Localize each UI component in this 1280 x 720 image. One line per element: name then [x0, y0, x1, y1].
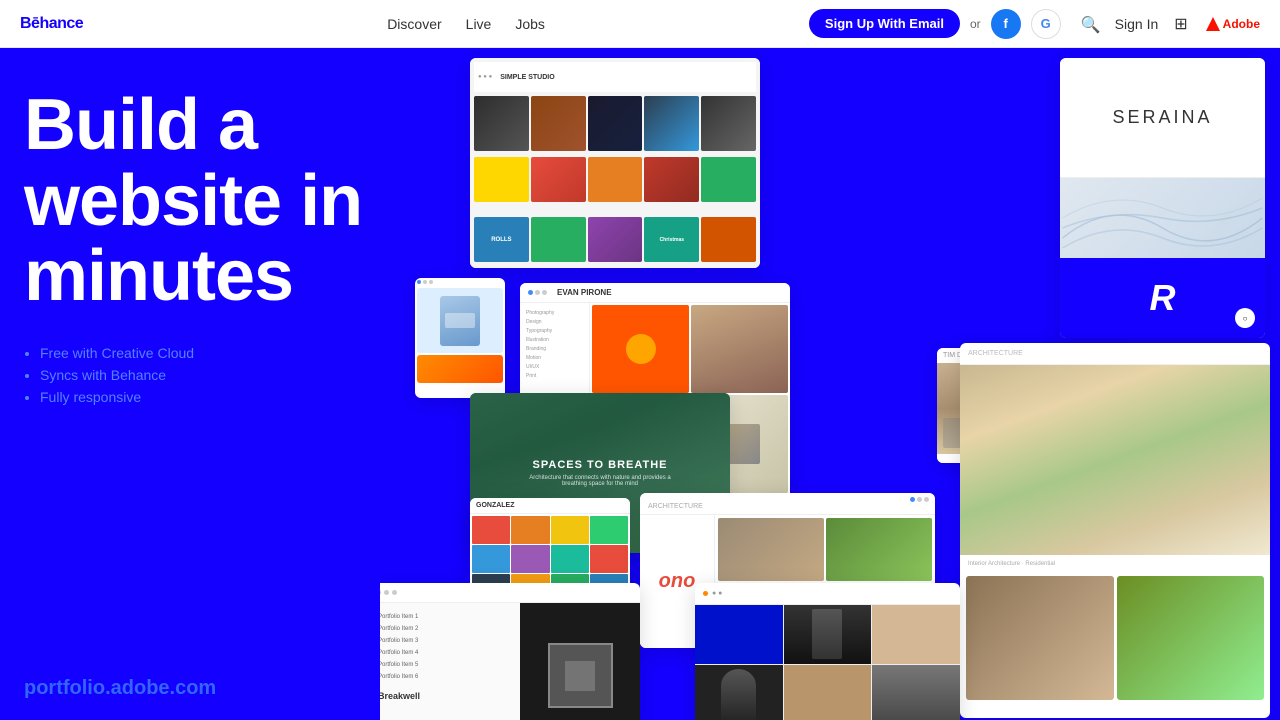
portfolio-cards-area: ● ● ● SIMPLE STUDIO	[380, 48, 1280, 720]
adobe-icon	[1206, 17, 1220, 31]
hero-title: Build a website in minutes	[24, 88, 424, 315]
spaces-subtitle: Architecture that connects with nature a…	[525, 475, 675, 487]
gonzalez-header: GONZALEZ	[470, 498, 630, 514]
evan-header: EVAN PIRONE	[520, 283, 790, 303]
spaces-title: SPACES TO BREATHE	[533, 459, 668, 471]
evan-sidebar-text: PhotographyDesignTypographyIllustrationB…	[526, 309, 583, 381]
fashion-photography-card[interactable]: ● ●	[695, 583, 960, 720]
fashion-grid	[695, 605, 960, 720]
dark-artwork-preview	[520, 603, 640, 720]
evan-name: EVAN PIRONE	[557, 288, 612, 297]
signin-link[interactable]: Sign In	[1115, 16, 1159, 32]
nav-discover[interactable]: Discover	[387, 16, 441, 32]
portfolio-url[interactable]: portfolio.adobe.com	[24, 677, 216, 700]
arch-main-image	[960, 365, 1270, 555]
seraina-circle: ○	[1235, 308, 1255, 328]
arch-bottom	[960, 573, 1270, 703]
seraina-card[interactable]: SERAINA R ○	[1060, 58, 1265, 338]
bullet-2[interactable]: Syncs with Behance	[40, 367, 424, 383]
bullet-3[interactable]: Fully responsive	[40, 389, 424, 405]
topo-lines	[1060, 178, 1265, 258]
google-signup-button[interactable]: G	[1031, 9, 1061, 39]
signup-button[interactable]: Sign Up With Email	[809, 9, 960, 38]
facebook-signup-button[interactable]: f	[991, 9, 1021, 39]
nav-jobs[interactable]: Jobs	[515, 16, 545, 32]
adobe-logo: Adobe	[1206, 17, 1260, 31]
fashion-header: ● ●	[695, 583, 960, 605]
seraina-r-logo: R	[1150, 277, 1176, 319]
or-label: or	[970, 17, 981, 31]
nav-links: Discover Live Jobs	[123, 16, 809, 32]
nav-actions: Sign Up With Email or f G 🔍 Sign In ⊞ Ad…	[809, 9, 1260, 39]
hero-section: Build a website in minutes Free with Cre…	[24, 88, 424, 411]
arch-header: ARCHITECTURE	[960, 343, 1270, 365]
nav-live[interactable]: Live	[466, 16, 492, 32]
phone-mockup-card[interactable]	[415, 278, 505, 398]
main-content: Build a website in minutes Free with Cre…	[0, 48, 1280, 720]
portfolio-list-card[interactable]: Portfolio Item 1Portfolio Item 2Portfoli…	[380, 583, 640, 720]
navbar: Bēhance Discover Live Jobs Sign Up With …	[0, 0, 1280, 48]
architecture-right-card[interactable]: ARCHITECTURE Interior Architecture · Res…	[960, 343, 1270, 718]
ono-logo: ono	[659, 570, 696, 593]
portfolio-list-content: Portfolio Item 1Portfolio Item 2Portfoli…	[380, 603, 520, 720]
search-icon[interactable]: 🔍	[1081, 15, 1099, 33]
arch-middle: Interior Architecture · Residential	[960, 555, 1270, 573]
seraina-text: SERAINA	[1112, 107, 1212, 128]
books-portfolio-card[interactable]: ● ● ● SIMPLE STUDIO	[470, 58, 760, 268]
hero-bullets: Free with Creative Cloud Syncs with Beha…	[24, 345, 424, 405]
grid-icon[interactable]: ⊞	[1174, 14, 1187, 34]
bullet-1[interactable]: Free with Creative Cloud	[40, 345, 424, 361]
behance-logo[interactable]: Bēhance	[20, 15, 83, 33]
